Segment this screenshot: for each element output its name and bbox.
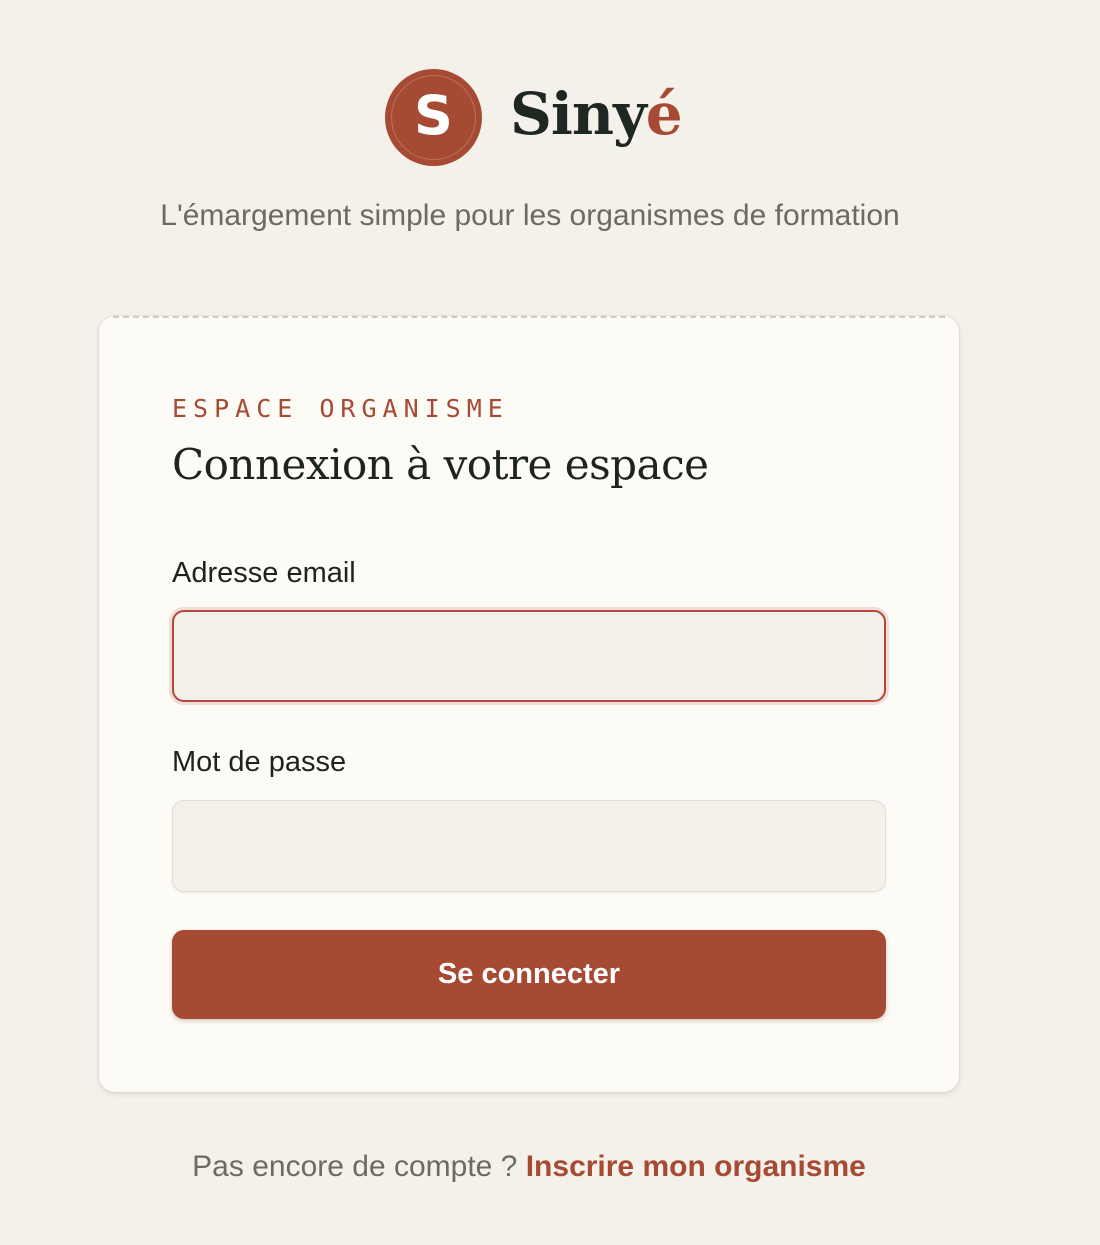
s-monogram-logo-icon: S	[385, 69, 482, 166]
password-label: Mot de passe	[172, 746, 347, 778]
login-button[interactable]: Se connecter	[172, 930, 886, 1019]
signup-link[interactable]: Inscrire mon organisme	[526, 1150, 866, 1183]
brand-tagline: L'émargement simple pour les organismes …	[160, 199, 900, 232]
email-label: Adresse email	[172, 557, 356, 589]
section-eyebrow: ESPACE ORGANISME	[172, 394, 509, 423]
login-title: Connexion à votre espace	[172, 440, 709, 489]
signup-prompt: Pas encore de compte ? Inscrire mon orga…	[0, 1150, 1058, 1184]
logo-letter: S	[414, 83, 453, 147]
login-card: ESPACE ORGANISME Connexion à votre espac…	[99, 316, 959, 1092]
card-dashed-border	[113, 316, 945, 318]
signup-prompt-text: Pas encore de compte ?	[192, 1150, 518, 1183]
password-field[interactable]	[172, 800, 886, 892]
wordmark-text: Siny	[510, 79, 647, 148]
brand-logo: S Sinyé	[385, 69, 683, 166]
wordmark-accent: é	[645, 79, 683, 148]
email-field[interactable]	[172, 610, 886, 702]
brand-wordmark: Sinyé	[510, 85, 683, 143]
